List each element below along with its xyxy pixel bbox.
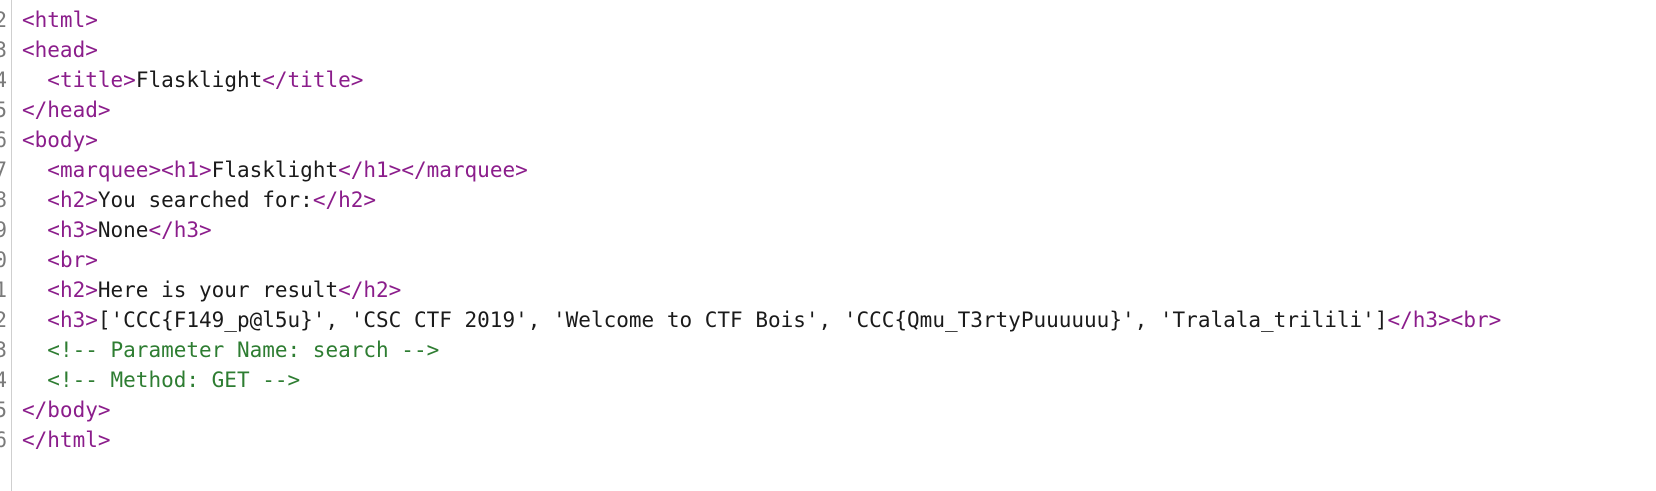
code-line[interactable]: <!-- Parameter Name: search --> — [22, 335, 1642, 365]
html-tag-token: <marquee><h1> — [47, 158, 212, 182]
html-tag-token: <h2> — [47, 278, 98, 302]
line-number: 2 — [0, 305, 7, 335]
line-number: 2 — [0, 5, 7, 35]
line-number: 0 — [0, 245, 7, 275]
code-line[interactable]: <marquee><h1>Flasklight</h1></marquee> — [22, 155, 1642, 185]
line-number: 5 — [0, 95, 7, 125]
code-line[interactable]: </html> — [22, 425, 1642, 455]
line-number: 1 — [0, 275, 7, 305]
html-tag-token: </body> — [22, 398, 111, 422]
text-token: Flasklight — [135, 68, 263, 92]
html-tag-token: </head> — [22, 98, 111, 122]
code-editor[interactable]: <html> <head> <title>Flasklight</title> </… — [22, 5, 1642, 455]
text-token: Flasklight — [211, 158, 339, 182]
line-number: 8 — [0, 185, 7, 215]
code-line[interactable]: <html> — [22, 5, 1642, 35]
html-tag-token: </h2> — [338, 278, 402, 302]
line-number: 6 — [0, 125, 7, 155]
line-number: 3 — [0, 335, 7, 365]
line-number: 7 — [0, 155, 7, 185]
code-line[interactable]: <h2>Here is your result</h2> — [22, 275, 1642, 305]
html-tag-token: <h2> — [47, 188, 98, 212]
comment-token: <!-- Parameter Name: search --> — [47, 338, 440, 362]
code-line[interactable]: <h2>You searched for:</h2> — [22, 185, 1642, 215]
text-token: Here is your result — [97, 278, 339, 302]
html-tag-token: <h3> — [47, 218, 98, 242]
text-token: ['CCC{F149_p@l5u}', 'CSC CTF 2019', 'Wel… — [97, 308, 1388, 332]
html-tag-token: </h3><br> — [1387, 308, 1502, 332]
html-tag-token: <body> — [22, 128, 98, 152]
html-tag-token: </html> — [22, 428, 111, 452]
line-number: 9 — [0, 215, 7, 245]
html-tag-token: <br> — [47, 248, 98, 272]
code-line[interactable]: <!-- Method: GET --> — [22, 365, 1642, 395]
code-line[interactable]: <head> — [22, 35, 1642, 65]
html-tag-token: </h3> — [148, 218, 212, 242]
code-line[interactable]: <title>Flasklight</title> — [22, 65, 1642, 95]
html-tag-token: </h1></marquee> — [338, 158, 528, 182]
comment-token: <!-- Method: GET --> — [47, 368, 301, 392]
code-line[interactable]: <br> — [22, 245, 1642, 275]
line-number: 4 — [0, 365, 7, 395]
html-tag-token: <html> — [22, 8, 98, 32]
html-tag-token: <h3> — [47, 308, 98, 332]
html-tag-token: <title> — [47, 68, 136, 92]
text-token: You searched for: — [97, 188, 313, 212]
code-line[interactable]: <body> — [22, 125, 1642, 155]
html-tag-token: <head> — [22, 38, 98, 62]
line-number: 5 — [0, 395, 7, 425]
code-line[interactable]: </body> — [22, 395, 1642, 425]
line-number: 3 — [0, 35, 7, 65]
line-number-gutter: 234567890123456 — [0, 0, 12, 491]
code-line[interactable]: </head> — [22, 95, 1642, 125]
html-tag-token: </h2> — [312, 188, 377, 212]
html-tag-token: </title> — [262, 68, 364, 92]
line-number: 6 — [0, 425, 7, 455]
text-token: None — [97, 218, 149, 242]
code-line[interactable]: <h3>['CCC{F149_p@l5u}', 'CSC CTF 2019', … — [22, 305, 1642, 335]
code-line[interactable]: <h3>None</h3> — [22, 215, 1642, 245]
line-number: 4 — [0, 65, 7, 95]
